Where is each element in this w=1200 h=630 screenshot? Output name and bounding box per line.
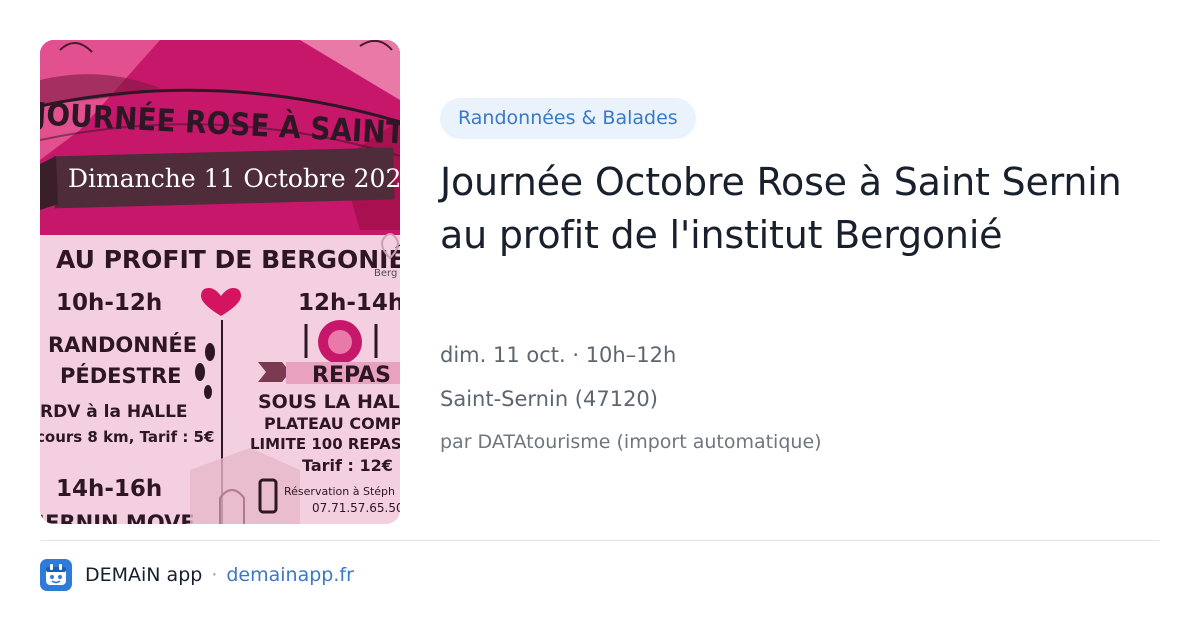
poster-right-line-3: LIMITE 100 REPAS xyxy=(250,435,400,453)
poster-phone: 07.71.57.65.50 xyxy=(312,501,400,515)
app-domain-link[interactable]: demainapp.fr xyxy=(226,564,354,586)
footer-divider xyxy=(40,540,1160,541)
poster-right-activity: REPAS xyxy=(312,363,391,388)
poster-artwork: JOURNÉE ROSE À SAINT-SERNIN Dimanche 11 … xyxy=(40,40,400,524)
poster-reservation: Réservation à Stéph xyxy=(284,485,395,498)
category-chip[interactable]: Randonnées & Balades xyxy=(440,98,696,139)
poster-logo-text: Berg xyxy=(374,268,397,279)
app-name: DEMAiN app xyxy=(85,564,203,586)
link-preview-card[interactable]: JOURNÉE ROSE À SAINT-SERNIN Dimanche 11 … xyxy=(0,0,1200,630)
poster-left-activity-1: RANDONNÉE xyxy=(48,332,197,357)
poster-left-meeting: RDV à la HALLE xyxy=(40,402,188,422)
poster-date-banner: Dimanche 11 Octobre 2026 xyxy=(68,164,400,193)
poster-left-details: cours 8 km, Tarif : 5€ xyxy=(40,428,214,446)
poster-bottom-activity: SERNIN MOVE xyxy=(40,511,195,524)
poster-beneficiary: AU PROFIT DE BERGONIÉ xyxy=(56,245,400,274)
event-date-time: dim. 11 oct. · 10h–12h xyxy=(440,343,677,367)
demain-app-icon xyxy=(40,559,72,591)
event-source: par DATAtourisme (import automatique) xyxy=(440,431,822,453)
poster-right-price: Tarif : 12€ xyxy=(302,456,393,475)
poster-right-line-1: SOUS LA HALLE xyxy=(258,391,400,413)
event-location: Saint-Sernin (47120) xyxy=(440,387,658,411)
event-title[interactable]: Journée Octobre Rose à Saint Sernin au p… xyxy=(440,156,1140,262)
poster-left-activity-2: PÉDESTRE xyxy=(60,363,181,388)
poster-left-time: 10h-12h xyxy=(56,290,162,316)
footer-separator: · xyxy=(211,564,218,586)
footer: DEMAiN app · demainapp.fr xyxy=(40,558,354,592)
poster-right-time: 12h-14h xyxy=(298,290,400,316)
poster-right-line-2: PLATEAU COMPLET xyxy=(264,414,400,433)
poster-bottom-time: 14h-16h xyxy=(56,476,162,502)
event-poster-image[interactable]: JOURNÉE ROSE À SAINT-SERNIN Dimanche 11 … xyxy=(40,40,400,524)
